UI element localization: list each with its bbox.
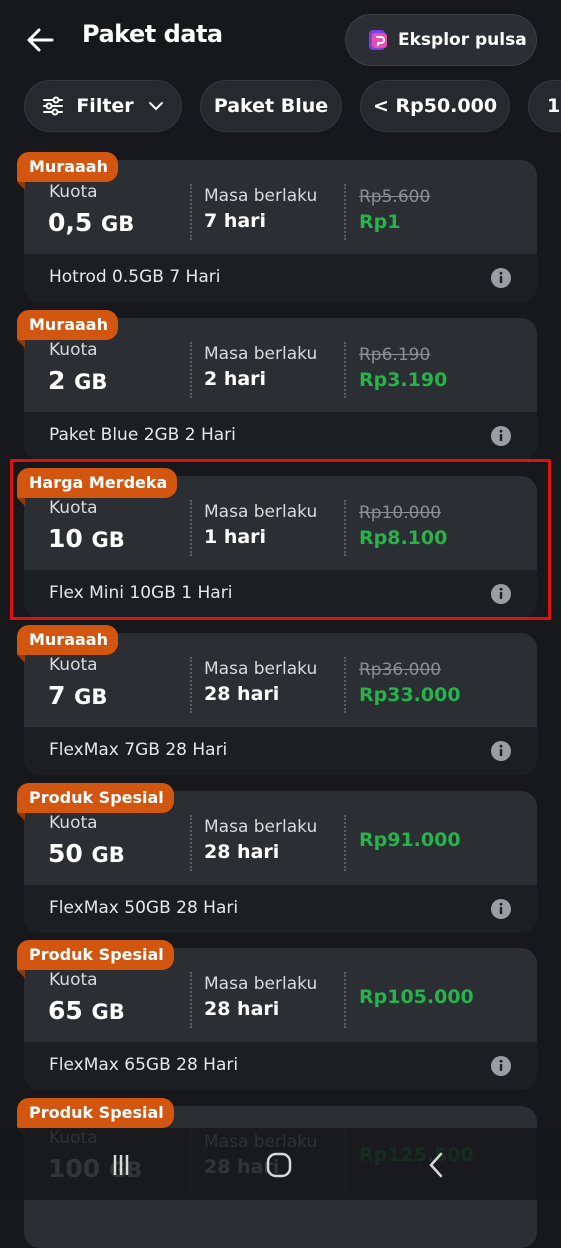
filter-chip-row: Filter Paket Blue < Rp50.000 1- — [0, 80, 561, 134]
validity-label: Masa berlaku — [204, 659, 318, 679]
info-icon[interactable] — [490, 898, 512, 920]
validity-value: 28 hari — [204, 841, 280, 863]
price: Rp33.000 — [359, 684, 461, 706]
original-price: Rp6.190 — [359, 345, 431, 365]
back-arrow-icon[interactable] — [22, 22, 58, 58]
explore-pulsa-button[interactable]: Eksplor pulsa — [345, 14, 537, 66]
promo-badge: Muraaah — [17, 152, 118, 190]
package-footer: FlexMax 7GB 28 Hari — [24, 727, 537, 775]
quota-value: 65 GB — [48, 996, 125, 1025]
package-name: FlexMax 7GB 28 Hari — [49, 740, 228, 760]
price: Rp105.000 — [359, 986, 474, 1008]
promo-badge: Muraaah — [17, 625, 118, 663]
package-name: Hotrod 0.5GB 7 Hari — [49, 267, 221, 287]
quota-label: Kuota — [49, 813, 98, 833]
validity-label: Masa berlaku — [204, 186, 318, 206]
package-footer: Hotrod 0.5GB 7 Hari — [24, 254, 537, 302]
divider — [344, 342, 346, 398]
chip-price-under-50k[interactable]: < Rp50.000 — [360, 80, 510, 132]
info-icon[interactable] — [490, 1055, 512, 1077]
filter-button[interactable]: Filter — [24, 80, 182, 132]
quota-label: Kuota — [49, 182, 98, 202]
system-nav-bar — [0, 1128, 561, 1200]
promo-badge: Muraaah — [17, 310, 118, 348]
filter-label: Filter — [76, 95, 134, 117]
divider — [344, 657, 346, 713]
promo-badge: Produk Spesial — [17, 783, 174, 821]
package-name: FlexMax 65GB 28 Hari — [49, 1055, 239, 1075]
divider — [344, 972, 346, 1028]
promo-badge: Produk Spesial — [17, 1098, 174, 1136]
page-title: Paket data — [82, 20, 223, 48]
quota-value: 0,5 GB — [48, 208, 135, 237]
nav-back-icon[interactable] — [422, 1150, 452, 1180]
quota-value: 7 GB — [48, 681, 108, 710]
package-name: FlexMax 50GB 28 Hari — [49, 898, 239, 918]
divider — [344, 184, 346, 240]
divider — [344, 815, 346, 871]
divider — [190, 342, 192, 398]
explore-pulsa-label: Eksplor pulsa — [398, 30, 527, 50]
chevron-down-icon — [148, 102, 163, 111]
divider — [190, 657, 192, 713]
info-icon[interactable] — [490, 425, 512, 447]
divider — [190, 815, 192, 871]
validity-value: 28 hari — [204, 683, 280, 705]
package-footer: Paket Blue 2GB 2 Hari — [24, 412, 537, 460]
pulse-icon — [369, 30, 387, 50]
highlight-box — [10, 459, 551, 620]
package-name: Paket Blue 2GB 2 Hari — [49, 425, 236, 445]
divider — [190, 972, 192, 1028]
validity-value: 2 hari — [204, 368, 267, 390]
validity-label: Masa berlaku — [204, 344, 318, 364]
original-price: Rp36.000 — [359, 660, 442, 680]
original-price: Rp5.600 — [359, 187, 431, 207]
quota-label: Kuota — [49, 340, 98, 360]
quota-label: Kuota — [49, 970, 98, 990]
app-header: Paket data Eksplor pulsa — [0, 0, 561, 76]
quota-label: Kuota — [49, 655, 98, 675]
recent-apps-icon[interactable] — [106, 1150, 136, 1180]
price: Rp1 — [359, 211, 401, 233]
validity-label: Masa berlaku — [204, 817, 318, 837]
info-icon[interactable] — [490, 740, 512, 762]
validity-label: Masa berlaku — [204, 974, 318, 994]
validity-value: 28 hari — [204, 998, 280, 1020]
divider — [190, 184, 192, 240]
quota-value: 50 GB — [48, 839, 125, 868]
validity-value: 7 hari — [204, 210, 267, 232]
info-icon[interactable] — [490, 267, 512, 289]
package-footer: FlexMax 50GB 28 Hari — [24, 885, 537, 933]
home-icon[interactable] — [264, 1150, 294, 1180]
chip-partial[interactable]: 1- — [528, 80, 561, 132]
price: Rp3.190 — [359, 369, 448, 391]
package-footer: FlexMax 65GB 28 Hari — [24, 1042, 537, 1090]
quota-value: 2 GB — [48, 366, 108, 395]
filter-sliders-icon — [43, 96, 64, 116]
promo-badge: Produk Spesial — [17, 940, 174, 978]
price: Rp91.000 — [359, 829, 461, 851]
chip-paket-blue[interactable]: Paket Blue — [200, 80, 342, 132]
